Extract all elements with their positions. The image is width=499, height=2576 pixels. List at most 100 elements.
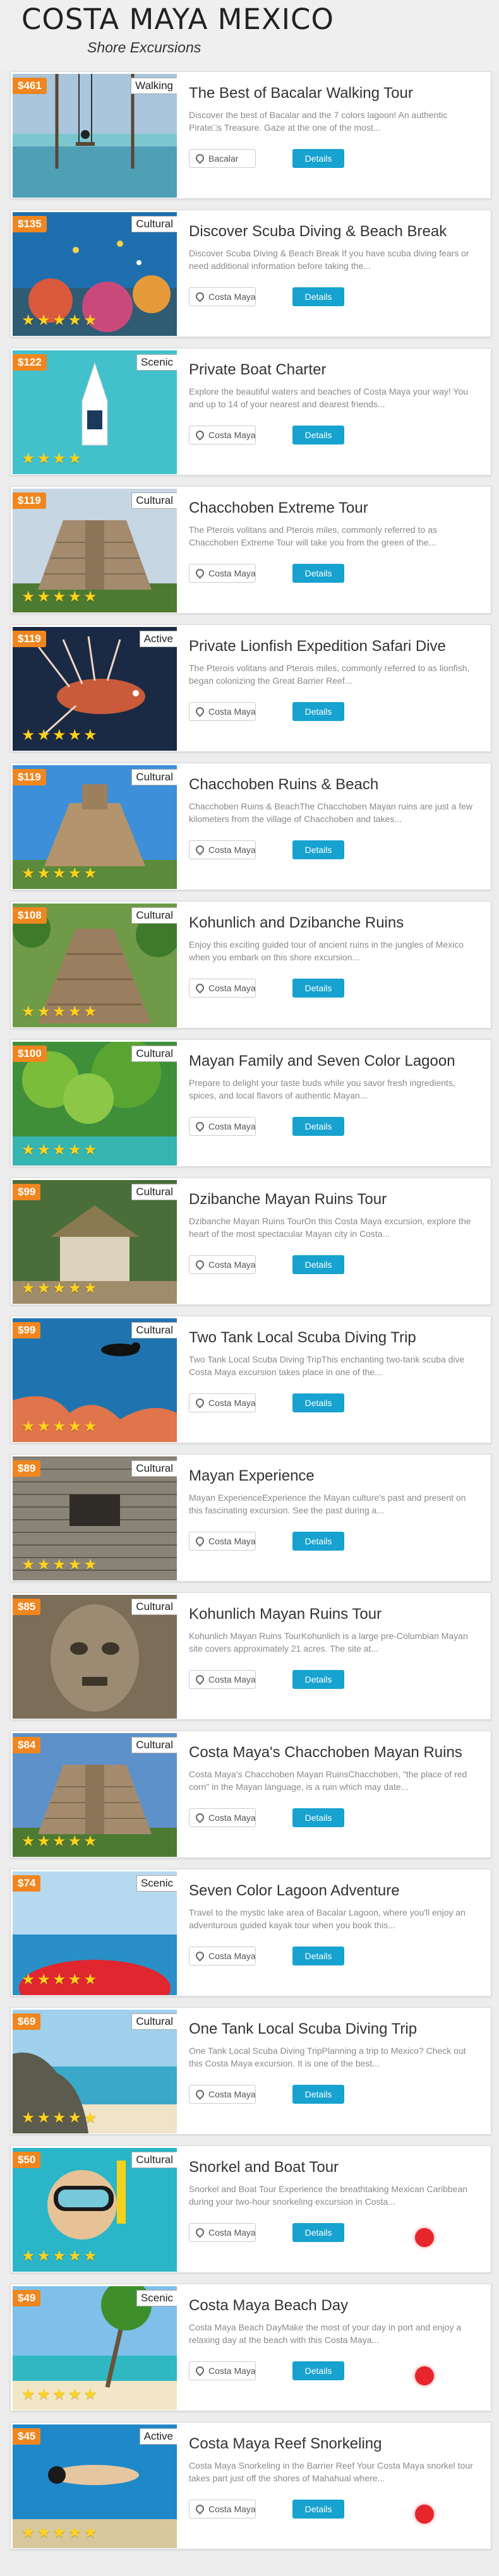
map-pin-icon — [194, 844, 206, 856]
location-button[interactable]: Costa Maya... — [189, 287, 256, 306]
excursion-title[interactable]: Chacchoben Extreme Tour — [189, 499, 486, 517]
excursion-title[interactable]: Costa Maya's Chacchoben Mayan Ruins — [189, 1744, 486, 1762]
excursion-photo[interactable]: $100 Cultural ★★★★★ — [13, 1042, 177, 1166]
excursion-photo[interactable]: $85 Cultural — [13, 1595, 177, 1719]
excursion-description: Dzibanche Mayan Ruins TourOn this Costa … — [189, 1216, 471, 1239]
excursion-card[interactable]: $49 Scenic ★★★★★ Costa Maya Beach Day Co… — [10, 2284, 491, 2411]
category-badge: Scenic — [136, 2290, 177, 2306]
map-pin-icon — [194, 1397, 206, 1409]
excursion-title[interactable]: One Tank Local Scuba Diving Trip — [189, 2020, 486, 2038]
excursion-card[interactable]: $69 Cultural ★★★★★ One Tank Local Scuba … — [10, 2007, 491, 2135]
excursion-photo[interactable]: $119 Active ★★★★★ — [13, 627, 177, 751]
excursion-photo[interactable]: $69 Cultural ★★★★★ — [13, 2010, 177, 2133]
details-button[interactable]: Details — [292, 1808, 344, 1827]
details-button[interactable]: Details — [292, 1393, 344, 1412]
excursion-card[interactable]: $89 Cultural ★★★★★ Mayan Experience Maya… — [10, 1454, 491, 1582]
location-button[interactable]: Costa Maya... — [189, 2361, 256, 2380]
details-button[interactable]: Details — [292, 1117, 344, 1136]
location-button[interactable]: Costa Maya... — [189, 1947, 256, 1965]
details-button[interactable]: Details — [292, 2085, 344, 2104]
excursion-title[interactable]: Seven Color Lagoon Adventure — [189, 1882, 486, 1900]
excursion-photo[interactable]: $74 Scenic ★★★★★ — [13, 1871, 177, 1995]
excursion-title[interactable]: Costa Maya Reef Snorkeling — [189, 2435, 486, 2453]
location-button[interactable]: Costa Maya... — [189, 702, 256, 721]
excursion-title[interactable]: Mayan Family and Seven Color Lagoon — [189, 1052, 486, 1070]
excursion-card[interactable]: $85 Cultural Kohunlich Mayan Ruins Tour … — [10, 1592, 491, 1720]
location-button[interactable]: Costa Maya... — [189, 979, 256, 998]
excursion-card[interactable]: $84 Cultural ★★★★★ Costa Maya's Chacchob… — [10, 1731, 491, 1858]
excursion-photo[interactable]: $84 Cultural ★★★★★ — [13, 1733, 177, 1857]
excursion-title[interactable]: Kohunlich Mayan Ruins Tour — [189, 1606, 486, 1623]
excursion-photo[interactable]: $89 Cultural ★★★★★ — [13, 1457, 177, 1580]
excursion-title[interactable]: Dzibanche Mayan Ruins Tour — [189, 1191, 486, 1208]
excursion-title[interactable]: Two Tank Local Scuba Diving Trip — [189, 1329, 486, 1347]
location-button[interactable]: Costa Maya... — [189, 1255, 256, 1274]
price-badge: $108 — [13, 907, 47, 924]
category-badge: Cultural — [131, 2152, 177, 2168]
details-button[interactable]: Details — [292, 426, 344, 444]
details-button[interactable]: Details — [292, 1670, 344, 1689]
location-button[interactable]: Costa Maya... — [189, 1117, 256, 1136]
excursion-card[interactable]: $119 Cultural ★★★★★ Chacchoben Ruins & B… — [10, 763, 491, 890]
excursion-photo[interactable]: $108 Cultural ★★★★★ — [13, 903, 177, 1027]
excursion-photo[interactable]: $119 Cultural ★★★★★ — [13, 765, 177, 889]
details-button[interactable]: Details — [292, 1532, 344, 1551]
excursion-title[interactable]: Costa Maya Beach Day — [189, 2297, 486, 2315]
excursion-card[interactable]: $45 Active ★★★★★ Costa Maya Reef Snorkel… — [10, 2422, 491, 2549]
excursion-photo[interactable]: $50 Cultural ★★★★★ — [13, 2148, 177, 2272]
excursion-photo[interactable]: $99 Cultural ★★★★★ — [13, 1180, 177, 1304]
location-button[interactable]: Costa Maya... — [189, 1808, 256, 1827]
location-button[interactable]: Bacalar — [189, 149, 256, 168]
map-pin-icon — [194, 2503, 206, 2515]
details-button[interactable]: Details — [292, 2500, 344, 2519]
excursion-photo[interactable]: $461 Walking — [13, 74, 177, 198]
excursion-title[interactable]: Discover Scuba Diving & Beach Break — [189, 223, 486, 241]
excursion-title[interactable]: The Best of Bacalar Walking Tour — [189, 85, 486, 102]
location-button[interactable]: Costa Maya... — [189, 426, 256, 444]
excursion-card[interactable]: $99 Cultural ★★★★★ Dzibanche Mayan Ruins… — [10, 1178, 491, 1305]
location-button[interactable]: Costa Maya... — [189, 2085, 256, 2104]
category-badge: Cultural — [131, 1322, 177, 1339]
details-button[interactable]: Details — [292, 564, 344, 583]
excursion-title[interactable]: Mayan Experience — [189, 1467, 486, 1485]
excursion-card[interactable]: $100 Cultural ★★★★★ Mayan Family and Sev… — [10, 1039, 491, 1167]
excursion-card[interactable]: $461 Walking The Best of Bacalar Walking… — [10, 71, 491, 199]
details-button[interactable]: Details — [292, 287, 344, 306]
excursion-photo[interactable]: $119 Cultural ★★★★★ — [13, 489, 177, 612]
details-button[interactable]: Details — [292, 2223, 344, 2242]
details-button[interactable]: Details — [292, 149, 344, 168]
excursion-card[interactable]: $122 Scenic ★★★★ Private Boat Charter Ex… — [10, 348, 491, 475]
excursion-card[interactable]: $119 Cultural ★★★★★ Chacchoben Extreme T… — [10, 486, 491, 614]
details-button[interactable]: Details — [292, 2361, 344, 2380]
details-button[interactable]: Details — [292, 840, 344, 859]
details-button[interactable]: Details — [292, 702, 344, 721]
excursion-card[interactable]: $74 Scenic ★★★★★ Seven Color Lagoon Adve… — [10, 1869, 491, 1996]
excursion-photo[interactable]: $45 Active ★★★★★ — [13, 2424, 177, 2548]
excursion-card[interactable]: $50 Cultural ★★★★★ Snorkel and Boat Tour… — [10, 2145, 491, 2273]
excursion-photo[interactable]: $99 Cultural ★★★★★ — [13, 1318, 177, 1442]
details-button[interactable]: Details — [292, 979, 344, 998]
excursion-title[interactable]: Private Lionfish Expedition Safari Dive — [189, 638, 486, 655]
excursion-title[interactable]: Private Boat Charter — [189, 361, 486, 379]
excursion-title[interactable]: Kohunlich and Dzibanche Ruins — [189, 914, 486, 932]
details-button[interactable]: Details — [292, 1255, 344, 1274]
map-pin-icon — [194, 1950, 206, 1962]
details-button[interactable]: Details — [292, 1947, 344, 1965]
location-button[interactable]: Costa Maya... — [189, 840, 256, 859]
excursion-card[interactable]: $108 Cultural ★★★★★ Kohunlich and Dziban… — [10, 901, 491, 1029]
location-button[interactable]: Costa Maya... — [189, 1670, 256, 1689]
excursion-photo[interactable]: $122 Scenic ★★★★ — [13, 350, 177, 474]
location-button[interactable]: Costa Maya... — [189, 564, 256, 583]
excursion-card[interactable]: $99 Cultural ★★★★★ Two Tank Local Scuba … — [10, 1316, 491, 1443]
location-button[interactable]: Costa Maya... — [189, 1532, 256, 1551]
excursion-photo[interactable]: $49 Scenic ★★★★★ — [13, 2286, 177, 2410]
excursion-title[interactable]: Chacchoben Ruins & Beach — [189, 776, 486, 794]
location-button[interactable]: Costa Maya... — [189, 1393, 256, 1412]
location-button[interactable]: Costa Maya... — [189, 2223, 256, 2242]
excursion-photo[interactable]: $135 Cultural ★★★★★ — [13, 212, 177, 336]
excursion-card[interactable]: $135 Cultural ★★★★★ Discover Scuba Divin… — [10, 210, 491, 337]
excursion-title[interactable]: Snorkel and Boat Tour — [189, 2159, 486, 2176]
excursion-description: Costa Maya's Chacchoben Mayan RuinsChacc… — [189, 1769, 467, 1792]
excursion-card[interactable]: $119 Active ★★★★★ Private Lionfish Exped… — [10, 624, 491, 752]
location-button[interactable]: Costa Maya... — [189, 2500, 256, 2519]
